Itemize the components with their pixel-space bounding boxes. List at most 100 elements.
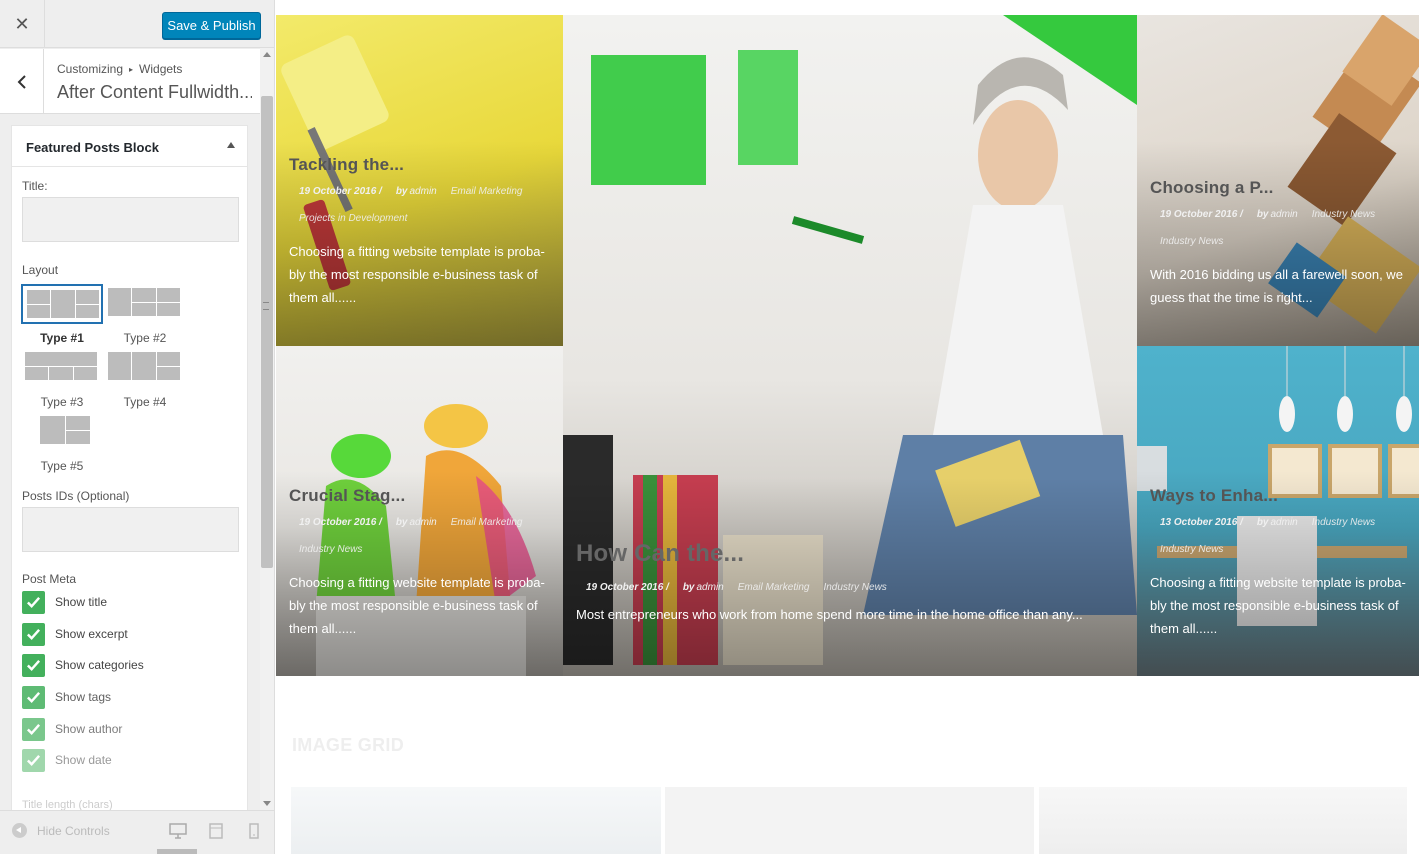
post-by: by (682, 582, 695, 593)
post-by: by (1256, 517, 1269, 528)
post-author[interactable]: admin (1271, 209, 1298, 220)
layout-type-4-icon (104, 348, 186, 388)
post-tile[interactable]: Choosing a P... 19 October 2016 / by admin… (1137, 15, 1419, 346)
post-category[interactable]: Industry News (1160, 544, 1223, 555)
breadcrumb-customizing: Customizing (57, 62, 124, 76)
post-tile[interactable]: Tackling the... 19 October 2016 / by admin… (276, 15, 563, 346)
widget-header[interactable]: Featured Posts Block (12, 126, 247, 167)
layout-label: Layout (22, 263, 59, 277)
post-excerpt: Choosing a fitting website template is p… (289, 240, 551, 309)
show-tags-checkbox[interactable] (22, 686, 45, 709)
post-title[interactable]: Crucial Stag... (289, 486, 551, 506)
post-category[interactable]: Industry News (1312, 209, 1375, 220)
post-by: by (395, 186, 408, 197)
desktop-preview-button[interactable] (157, 823, 197, 854)
save-publish-button[interactable]: Save & Publish (162, 12, 261, 39)
layout-type-2-label: Type #2 (123, 331, 167, 345)
scroll-down-icon[interactable] (263, 801, 271, 806)
excerpt-line: With 2016 bidding us all a farewell soon… (1150, 267, 1403, 282)
mobile-preview-button[interactable] (248, 823, 266, 839)
excerpt-line: them all...... (289, 621, 357, 636)
layout-type-3-icon (21, 348, 103, 388)
close-icon: ✕ (14, 13, 30, 34)
collapse-arrow-icon[interactable] (227, 142, 235, 148)
panel-title: After Content Fullwidth... (57, 82, 252, 102)
post-tile-featured[interactable]: How Can the... 19 October 2016 / by admin E… (563, 15, 1137, 676)
show-date-checkbox[interactable] (22, 749, 45, 772)
tablet-preview-button[interactable] (208, 823, 226, 839)
post-meta-label: Post Meta (22, 572, 77, 586)
post-meta: 19 October 2016 / by admin Email Marketing P… (289, 178, 551, 232)
show-excerpt-checkbox[interactable] (22, 623, 45, 646)
post-content: Tackling the... 19 October 2016 / by admin… (289, 155, 551, 309)
post-title[interactable]: Tackling the... (289, 155, 551, 175)
breadcrumb-widgets: Widgets (139, 62, 183, 76)
post-category[interactable]: Projects in Development (299, 213, 407, 224)
layout-type-5-icon (21, 412, 103, 452)
chevron-left-icon (17, 74, 26, 89)
post-meta: 13 October 2016 / by admin Industry News Ind… (1150, 509, 1407, 563)
post-meta: 19 October 2016 / by admin Industry News Ind… (1150, 201, 1407, 255)
post-by: by (395, 517, 408, 528)
post-meta: 19 October 2016 / by admin Email Marketing I… (576, 574, 1125, 601)
customizer-header: ✕ Save & Publish (0, 0, 274, 48)
hide-controls-label: Hide Controls (37, 823, 110, 838)
post-author[interactable]: admin (1271, 517, 1298, 528)
back-button[interactable] (0, 49, 44, 114)
post-meta: 19 October 2016 / by admin Email Marketing I… (289, 509, 551, 563)
post-category[interactable]: Industry News (299, 544, 362, 555)
post-category[interactable]: Industry News (823, 582, 886, 593)
image-grid-item[interactable] (665, 787, 1034, 854)
scrollbar-thumb[interactable] (261, 96, 273, 568)
post-date: 19 October 2016 / (299, 186, 382, 197)
post-category[interactable]: Email Marketing (451, 186, 523, 197)
post-author[interactable]: admin (410, 517, 437, 528)
post-category[interactable]: Industry News (1312, 517, 1375, 528)
show-title-checkbox[interactable] (22, 591, 45, 614)
post-author[interactable]: admin (697, 582, 724, 593)
layout-type-4-label: Type #4 (123, 395, 167, 409)
hide-controls-button[interactable]: Hide Controls (12, 823, 110, 838)
mobile-icon (249, 823, 259, 839)
title-input[interactable] (22, 197, 239, 242)
section-title: IMAGE GRID (292, 735, 405, 755)
post-excerpt: Most entrepreneurs who work from home sp… (576, 607, 1083, 622)
show-title-label: Show title (55, 595, 108, 609)
post-category[interactable]: Email Marketing (738, 582, 810, 593)
post-date: 13 October 2016 / (1160, 517, 1243, 528)
post-category[interactable]: Email Marketing (451, 517, 523, 528)
post-ids-input[interactable] (22, 507, 239, 552)
image-grid-item[interactable] (1039, 787, 1407, 854)
post-content: Crucial Stag... 19 October 2016 / by admin… (289, 486, 551, 640)
post-tile[interactable]: Ways to Enha... 13 October 2016 / by admin… (1137, 346, 1419, 676)
post-date: 19 October 2016 / (299, 517, 382, 528)
excerpt-line: bly the most responsible e-business task… (1150, 598, 1399, 613)
post-by: by (1256, 209, 1269, 220)
show-author-checkbox[interactable] (22, 718, 45, 741)
excerpt-line: guess that the time is right... (1150, 290, 1313, 305)
post-title[interactable]: Ways to Enha... (1150, 486, 1407, 506)
close-button[interactable]: ✕ (0, 0, 45, 48)
post-title[interactable]: Choosing a P... (1150, 178, 1407, 198)
post-category[interactable]: Industry News (1160, 236, 1223, 247)
layout-type-1-icon (21, 284, 103, 324)
layout-type-2-icon (104, 284, 186, 324)
show-categories-checkbox[interactable] (22, 654, 45, 677)
post-excerpt: With 2016 bidding us all a farewell soon… (1150, 263, 1407, 309)
sidebar-scrollbar[interactable] (260, 48, 274, 810)
post-tile[interactable]: Crucial Stag... 19 October 2016 / by admin… (276, 346, 563, 676)
post-author[interactable]: admin (410, 186, 437, 197)
excerpt-line: bly the most responsible e-business task… (289, 598, 538, 613)
scroll-up-icon[interactable] (263, 52, 271, 57)
tablet-icon (209, 823, 223, 839)
show-categories-label: Show categories (55, 658, 144, 672)
image-grid-item[interactable] (291, 787, 661, 854)
checkmark-icon (27, 629, 41, 641)
excerpt-line: Choosing a fitting website template is p… (289, 244, 545, 259)
post-date: 19 October 2016 / (1160, 209, 1243, 220)
post-title[interactable]: How Can the... (576, 540, 1125, 568)
post-excerpt: Choosing a fitting website template is p… (289, 571, 551, 640)
show-author-label: Show author (55, 722, 123, 736)
layout-type-3-label: Type #3 (40, 395, 84, 409)
excerpt-line: them all...... (1150, 621, 1218, 636)
